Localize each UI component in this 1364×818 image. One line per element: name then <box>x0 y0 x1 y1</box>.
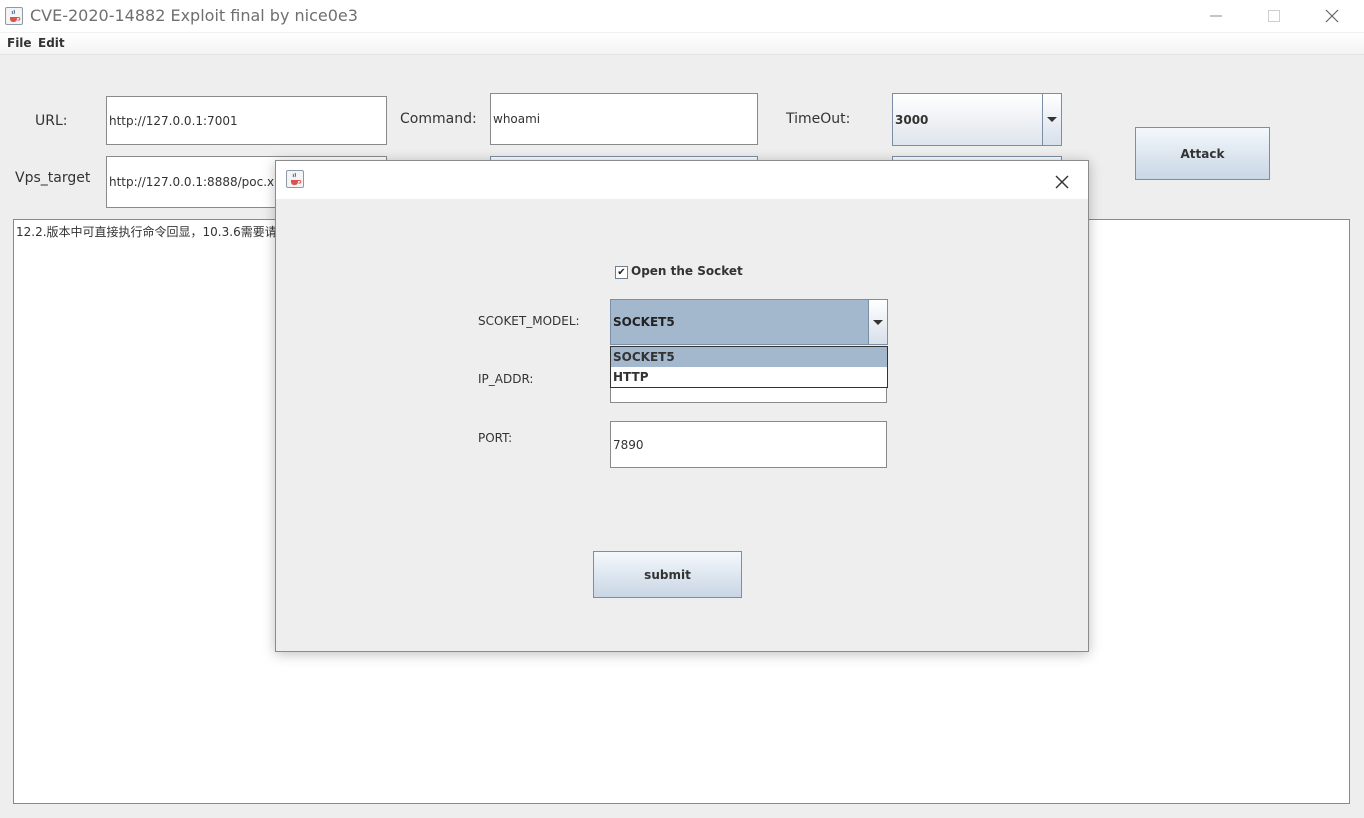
timeout-label: TimeOut: <box>786 111 851 127</box>
menu-edit[interactable]: Edit <box>38 36 65 50</box>
socket-dialog: ✔ Open the Socket SCOKET_MODEL: SOCKET5 … <box>275 160 1089 652</box>
close-icon <box>1055 175 1069 189</box>
dialog-close-button[interactable] <box>1051 171 1073 193</box>
url-label: URL: <box>35 113 68 129</box>
java-cup-icon <box>5 7 23 25</box>
timeout-dropdown-button[interactable] <box>1042 94 1061 145</box>
socket-model-value: SOCKET5 <box>613 315 675 329</box>
vps-target-label: Vps_target <box>15 170 91 186</box>
option-socket5[interactable]: SOCKET5 <box>611 347 887 367</box>
attack-button[interactable]: Attack <box>1135 127 1270 180</box>
open-socket-label: Open the Socket <box>631 264 743 278</box>
command-input[interactable]: whoami <box>490 93 758 145</box>
option-http[interactable]: HTTP <box>611 367 887 387</box>
output-text: 12.2.版本中可直接执行命令回显，10.3.6需要请求 <box>16 225 289 239</box>
minimize-button[interactable] <box>1187 0 1245 32</box>
socket-model-dropdown-button[interactable] <box>868 300 887 344</box>
chevron-down-icon <box>1047 117 1057 122</box>
ip-addr-label: IP_ADDR: <box>478 372 534 386</box>
url-input[interactable]: http://127.0.0.1:7001 <box>106 96 387 145</box>
window-title: CVE-2020-14882 Exploit final by nice0e3 <box>30 6 358 25</box>
maximize-icon <box>1268 10 1280 22</box>
menu-file[interactable]: File <box>7 36 32 50</box>
title-bar: CVE-2020-14882 Exploit final by nice0e3 <box>0 0 1364 33</box>
submit-button[interactable]: submit <box>593 551 742 598</box>
socket-model-label: SCOKET_MODEL: <box>478 314 580 328</box>
maximize-button[interactable] <box>1245 0 1303 32</box>
minimize-icon <box>1210 15 1222 17</box>
open-socket-checkbox[interactable]: ✔ <box>615 266 628 279</box>
close-icon <box>1325 9 1339 23</box>
port-label: PORT: <box>478 431 513 445</box>
socket-model-combo[interactable]: SOCKET5 <box>610 299 888 345</box>
menu-bar: File Edit <box>0 33 1364 55</box>
port-input[interactable]: 7890 <box>610 421 887 468</box>
command-label: Command: <box>400 111 477 127</box>
java-cup-icon <box>286 170 304 188</box>
socket-model-dropdown-list: SOCKET5 HTTP <box>610 346 888 388</box>
close-button[interactable] <box>1303 0 1361 32</box>
dialog-title-bar <box>276 161 1088 199</box>
chevron-down-icon <box>873 319 883 325</box>
timeout-combo[interactable]: 3000 <box>892 93 1062 146</box>
timeout-value: 3000 <box>895 112 929 127</box>
